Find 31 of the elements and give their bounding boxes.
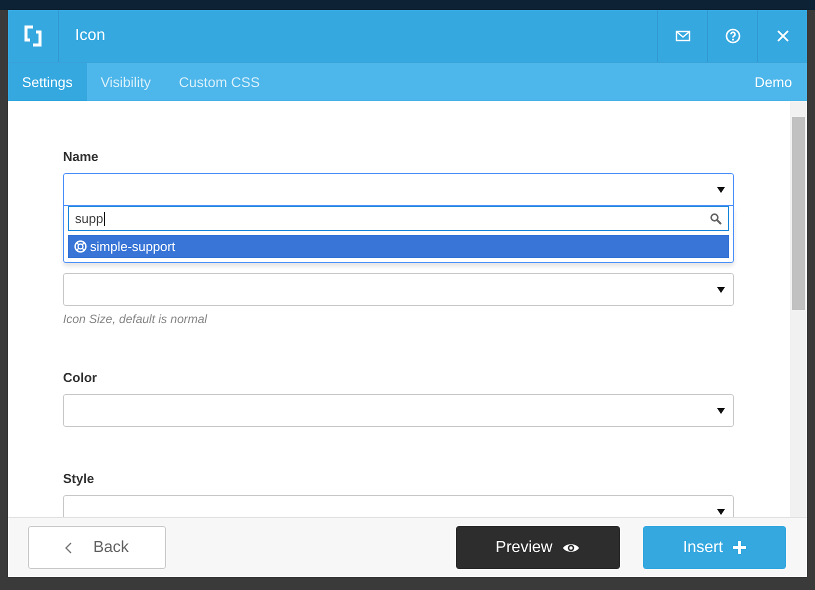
help-icon [724, 28, 740, 44]
chevron-left-icon [65, 542, 74, 554]
plus-icon [733, 541, 746, 554]
insert-button[interactable]: Insert [643, 526, 786, 569]
field-hint: Icon Size, default is normal [63, 312, 208, 326]
preview-button[interactable]: Preview [456, 526, 620, 569]
tab[interactable]: Settings [8, 63, 87, 101]
eye-icon [562, 542, 580, 554]
select-field[interactable] [63, 173, 734, 206]
caret-icon [717, 286, 725, 292]
demo-link[interactable]: Demo [754, 63, 807, 101]
field-label: Color [63, 370, 98, 387]
close-icon [774, 28, 790, 44]
window-title: Icon [74, 26, 106, 46]
caret-icon [717, 186, 725, 192]
back-button[interactable]: Back [28, 526, 166, 569]
field-label: Name [63, 149, 100, 166]
select-field[interactable] [63, 394, 734, 427]
tab[interactable]: Visibility [86, 63, 165, 101]
tab[interactable]: Custom CSS [164, 63, 274, 101]
search-icon [710, 212, 722, 224]
caret-icon [717, 408, 725, 414]
lifebuoy-icon [74, 240, 87, 253]
caret-icon [717, 508, 725, 514]
scrollbar[interactable] [790, 101, 807, 517]
mail-icon [674, 28, 690, 44]
logo-icon [24, 25, 42, 47]
field-label: Style [63, 471, 96, 488]
dropdown-option[interactable]: simple-support [68, 235, 729, 258]
search-field[interactable]: supp [68, 206, 729, 231]
select-field[interactable] [63, 273, 734, 306]
